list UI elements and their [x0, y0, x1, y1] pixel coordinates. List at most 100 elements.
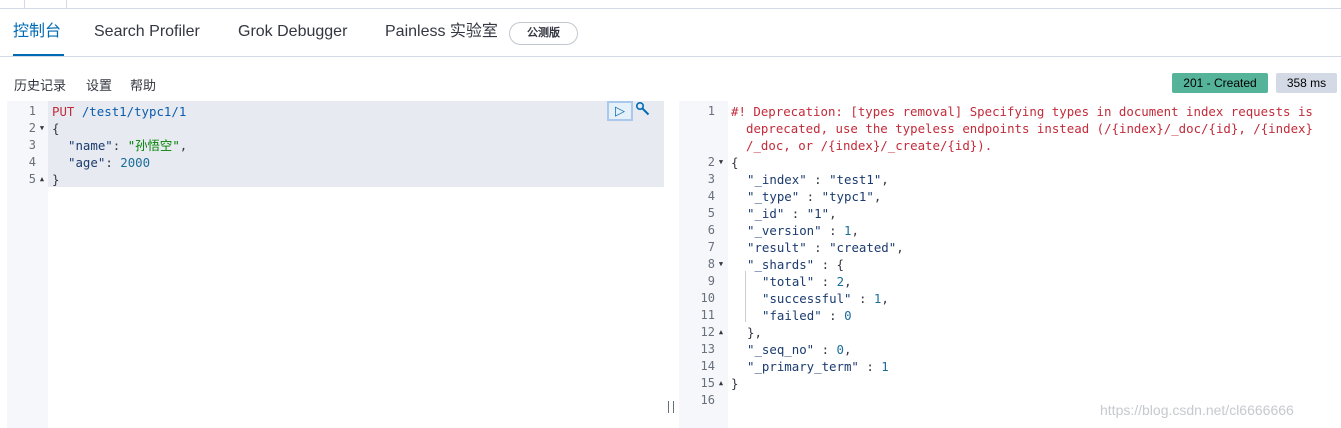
json-key: "successful" — [762, 291, 852, 306]
code-line: "age": 2000 — [68, 154, 150, 171]
json-string: "孙悟空" — [127, 138, 180, 153]
json-sep: : — [112, 138, 128, 153]
line-number: 5 — [707, 206, 715, 220]
code-line: "_index" : "test1", — [747, 172, 889, 187]
deprecation-warning: #! Deprecation: [types removal] Specifyi… — [731, 104, 1313, 119]
top-strip-cell — [0, 0, 25, 9]
json-number: 2000 — [120, 155, 151, 170]
tab-console[interactable]: 控制台 — [13, 10, 64, 56]
beta-badge: 公测版 — [509, 22, 578, 45]
json-number: 0 — [844, 308, 852, 323]
code-line: "_primary_term" : 1 — [747, 359, 889, 374]
json-brace: { — [836, 257, 844, 272]
json-string: "typc1" — [821, 189, 874, 204]
code-line: "successful" : 1, — [762, 291, 889, 306]
resize-handle-icon[interactable] — [668, 401, 674, 413]
play-icon[interactable]: ▷ — [607, 101, 633, 121]
top-strip-cell — [25, 0, 67, 9]
editor-divider[interactable] — [664, 101, 679, 428]
line-number: 15 — [700, 376, 715, 390]
line-number: 16 — [700, 393, 715, 407]
code-line: } — [52, 172, 60, 187]
line-number: 10 — [700, 291, 715, 305]
json-key: "name" — [68, 138, 113, 153]
fold-close-icon[interactable]: ▲ — [36, 175, 48, 183]
line-number: 1 — [707, 104, 715, 118]
json-key: "_index" — [747, 172, 807, 187]
json-string: "test1" — [829, 172, 882, 187]
request-line: PUT /test1/typc1/1 — [52, 103, 186, 120]
json-key: "_type" — [747, 189, 800, 204]
line-number: 5 — [28, 172, 36, 186]
json-number: 1 — [881, 359, 889, 374]
code-line: "_seq_no" : 0, — [747, 342, 852, 357]
fold-open-icon[interactable]: ▼ — [36, 124, 48, 132]
json-number: 1 — [873, 291, 882, 306]
wrench-icon[interactable] — [633, 101, 653, 121]
status-badge: 201 - Created — [1172, 73, 1268, 93]
json-number: 2 — [836, 274, 845, 289]
json-string: "1" — [806, 206, 830, 221]
json-key: "_primary_term" — [747, 359, 859, 374]
request-code[interactable]: PUT /test1/typc1/1 { "name": "孙悟空", "age… — [48, 101, 664, 428]
line-number: 2 — [707, 155, 715, 169]
tab-grok-debugger[interactable]: Grok Debugger — [238, 10, 347, 56]
wrench-icon-svg — [635, 101, 650, 116]
json-number: 0 — [836, 342, 844, 357]
json-number: 1 — [844, 223, 852, 238]
json-key: "_seq_no" — [747, 342, 815, 357]
code-line: "total" : 2, — [762, 274, 852, 289]
code-line: } — [731, 376, 739, 391]
json-key: "_id" — [747, 206, 785, 221]
json-sep: : — [105, 155, 121, 170]
fold-open-icon[interactable]: ▼ — [715, 158, 727, 166]
watermark: https://blog.csdn.net/cl6666666 — [1100, 402, 1294, 418]
console-toolbar: 历史记录 设置 帮助 201 - Created 358 ms — [0, 68, 1341, 98]
deprecation-warning: /_doc, or /{index}/_create/{id}). — [746, 138, 993, 153]
line-number: 1 — [28, 104, 36, 118]
line-number: 4 — [707, 189, 715, 203]
fold-close-icon[interactable]: ▲ — [715, 328, 727, 336]
line-number: 6 — [707, 223, 715, 237]
code-line: { — [731, 155, 739, 170]
line-number: 14 — [700, 359, 715, 373]
fold-close-icon[interactable]: ▲ — [715, 379, 727, 387]
tab-painless-lab[interactable]: Painless 实验室 — [385, 10, 498, 56]
line-number: 2 — [28, 121, 36, 135]
code-line: "failed" : 0 — [762, 308, 852, 323]
json-comma: , — [179, 138, 188, 153]
tab-search-profiler[interactable]: Search Profiler — [94, 10, 200, 56]
line-number: 11 — [700, 308, 715, 322]
code-line: "_type" : "typc1", — [747, 189, 882, 204]
deprecation-warning: deprecated, use the typeless endpoints i… — [746, 121, 1313, 136]
json-key: "total" — [762, 274, 815, 289]
response-editor: 1 2 ▼ 3 4 5 6 7 8 ▼ 9 10 11 12 ▲ 13 14 1… — [679, 101, 1341, 428]
line-number: 9 — [707, 274, 715, 288]
line-number: 3 — [707, 172, 715, 186]
response-time-badge: 358 ms — [1276, 73, 1337, 93]
line-number: 7 — [707, 240, 715, 254]
history-link[interactable]: 历史记录 — [14, 75, 66, 94]
code-line: }, — [747, 325, 762, 340]
line-number: 8 — [707, 257, 715, 271]
top-strip — [0, 0, 1341, 9]
line-number: 4 — [28, 155, 36, 169]
http-method: PUT — [52, 104, 75, 119]
help-link[interactable]: 帮助 — [130, 75, 156, 94]
indent-guide — [745, 271, 746, 322]
line-number: 13 — [700, 342, 715, 356]
settings-link[interactable]: 设置 — [86, 75, 112, 94]
fold-open-icon[interactable]: ▼ — [715, 260, 727, 268]
request-path: /test1/typc1/1 — [74, 104, 187, 119]
dev-tools-tabs: 控制台 Search Profiler Grok Debugger Painle… — [0, 10, 1341, 57]
response-gutter: 1 2 ▼ 3 4 5 6 7 8 ▼ 9 10 11 12 ▲ 13 14 1… — [679, 101, 728, 428]
json-string: "created" — [829, 240, 897, 255]
request-gutter: 1 2 ▼ 3 4 5 ▲ — [7, 101, 48, 428]
request-editor[interactable]: 1 2 ▼ 3 4 5 ▲ PUT /test1/typc1/1 { "name… — [7, 101, 664, 428]
json-key: "_shards" — [747, 257, 815, 272]
code-line: "_version" : 1, — [747, 223, 859, 238]
json-key: "age" — [68, 155, 106, 170]
json-key: "failed" — [762, 308, 822, 323]
code-line: "_id" : "1", — [747, 206, 837, 221]
response-code: #! Deprecation: [types removal] Specifyi… — [728, 101, 1341, 428]
